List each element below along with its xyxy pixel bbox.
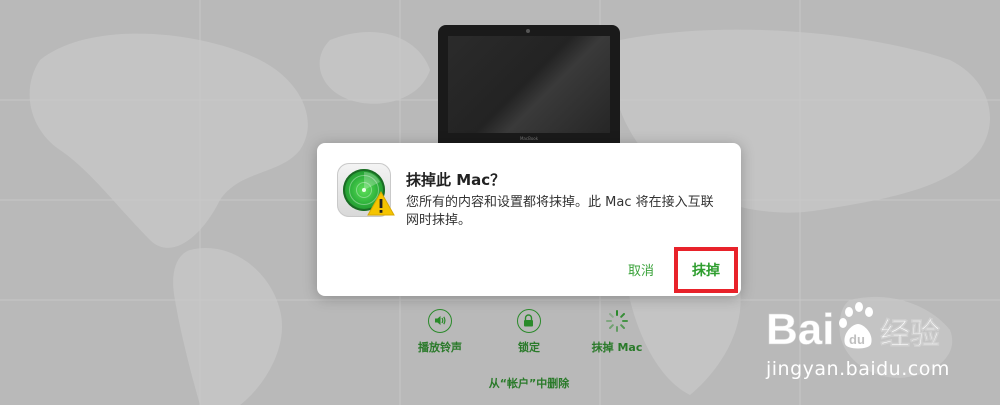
svg-text:经验: 经验 [880, 317, 940, 352]
find-my-radar-icon [337, 163, 395, 217]
dialog-message: 您所有的内容和设置都将抹掉。此 Mac 将在接入互联网时抹掉。 [406, 195, 714, 228]
erase-spinner-icon [605, 309, 629, 333]
laptop-screen [448, 36, 610, 133]
erase-mac-button[interactable]: 抹掉 Mac [582, 309, 652, 355]
play-sound-label: 播放铃声 [418, 341, 462, 354]
speaker-icon [428, 309, 452, 333]
erase-button-label: 抹掉 [692, 263, 720, 279]
dialog-title: 抹掉此 Mac？ [406, 171, 506, 189]
baidu-jingyan-watermark: Bai du 经验 [760, 296, 960, 360]
camera-dot [526, 29, 530, 33]
warning-icon [367, 191, 395, 216]
lock-icon [517, 309, 541, 333]
lock-label: 锁定 [518, 341, 540, 354]
watermark-url: jingyan.baidu.com [766, 358, 950, 380]
lock-button[interactable]: 锁定 [494, 309, 564, 355]
baidu-logo-icon: Bai du 经验 [766, 302, 940, 354]
svg-text:Bai: Bai [766, 305, 834, 354]
play-sound-button[interactable]: 播放铃声 [405, 309, 475, 355]
laptop-brand: MacBook [519, 136, 539, 141]
erase-button[interactable]: 抹掉 [674, 247, 738, 293]
cancel-button[interactable]: 取消 [628, 260, 654, 279]
svg-text:du: du [849, 332, 865, 347]
macbook-image: MacBook [438, 25, 620, 143]
erase-confirmation-dialog: 抹掉此 Mac？ 您所有的内容和设置都将抹掉。此 Mac 将在接入互联网时抹掉。… [317, 143, 741, 296]
erase-mac-label: 抹掉 Mac [591, 341, 643, 354]
